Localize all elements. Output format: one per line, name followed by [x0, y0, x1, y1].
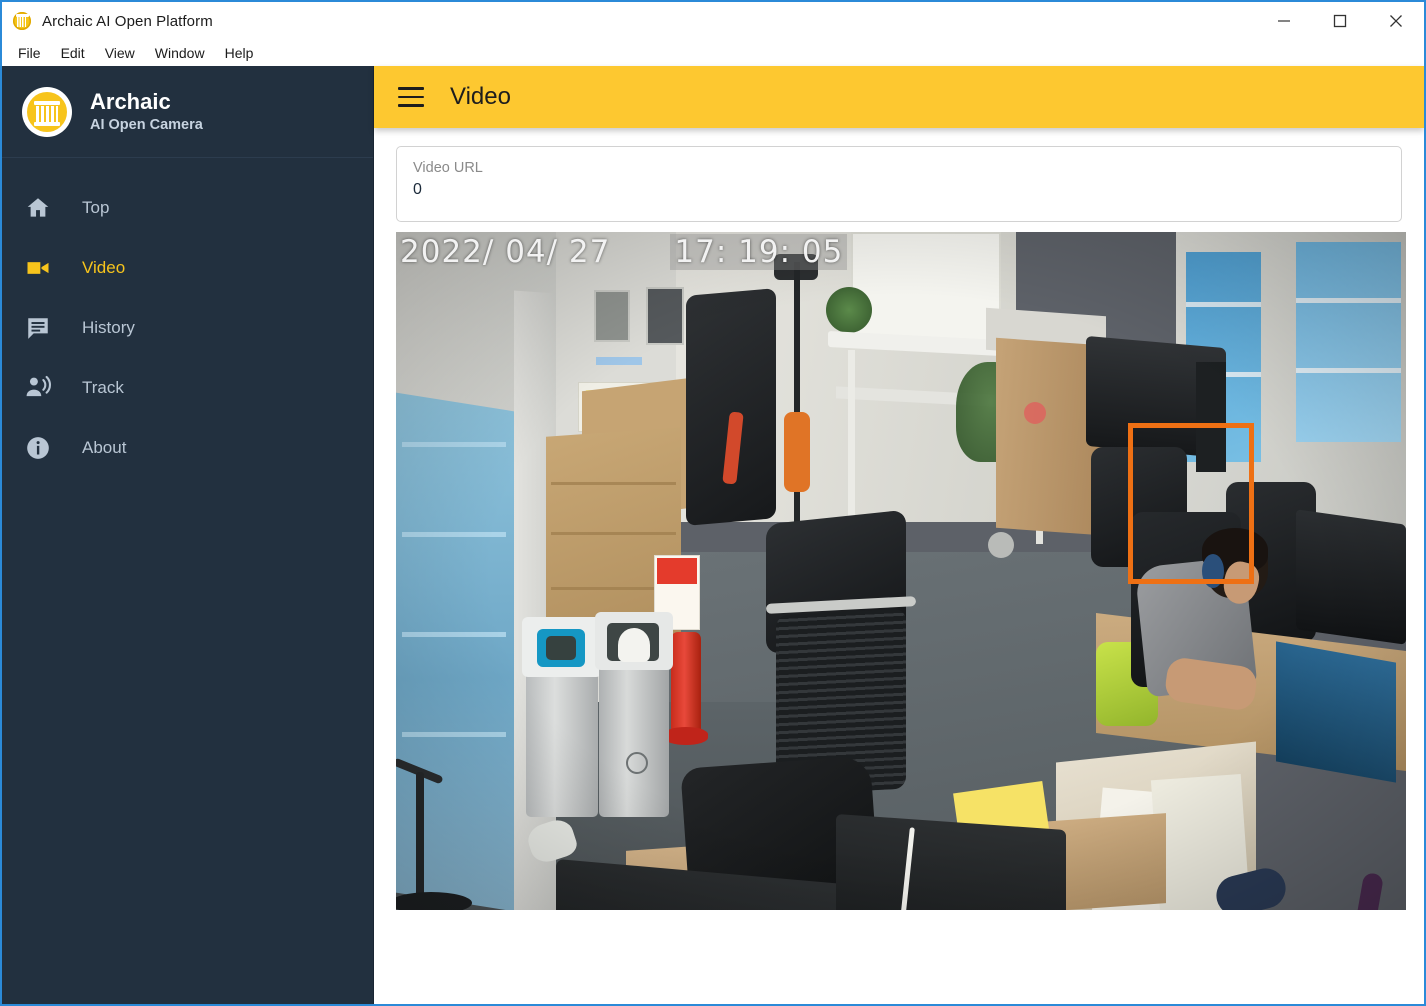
- brand-name: Archaic: [90, 89, 203, 114]
- sidebar: Archaic AI Open Camera Top: [2, 66, 374, 1004]
- sidebar-item-label: Track: [82, 378, 124, 398]
- sidebar-item-label: About: [82, 438, 126, 458]
- title-bar: Archaic AI Open Platform: [2, 2, 1424, 40]
- sidebar-item-history[interactable]: History: [2, 298, 373, 358]
- close-icon: [1389, 14, 1403, 28]
- video-url-field[interactable]: Video URL 0: [396, 146, 1402, 222]
- info-circle-icon: [24, 434, 52, 462]
- menu-item-help[interactable]: Help: [217, 41, 262, 65]
- minimize-icon: [1277, 14, 1291, 28]
- page-title: Video: [450, 83, 511, 111]
- sidebar-brand: Archaic AI Open Camera: [2, 66, 373, 158]
- sidebar-item-label: History: [82, 318, 135, 338]
- menu-item-view[interactable]: View: [97, 41, 143, 65]
- maximize-button[interactable]: [1312, 2, 1368, 40]
- window-title: Archaic AI Open Platform: [42, 13, 213, 30]
- close-button[interactable]: [1368, 2, 1424, 40]
- sidebar-item-video[interactable]: Video: [2, 238, 373, 298]
- greek-column-logo-icon: [22, 87, 72, 137]
- sidebar-nav: Top Video: [2, 158, 373, 478]
- menu-item-window[interactable]: Window: [147, 41, 213, 65]
- chat-message-icon: [24, 314, 52, 342]
- hamburger-menu-icon[interactable]: [398, 87, 424, 107]
- brand-subtitle: AI Open Camera: [90, 117, 203, 134]
- video-timestamp-overlay: 2022/ 04/ 27 17: 19: 05: [400, 234, 847, 270]
- menu-item-edit[interactable]: Edit: [53, 41, 93, 65]
- video-camera-icon: [24, 254, 52, 282]
- menu-item-file[interactable]: File: [10, 41, 49, 65]
- timestamp-date: 2022/ 04/ 27: [400, 234, 610, 270]
- timestamp-time: 17: 19: 05: [670, 234, 847, 270]
- person-voice-icon: [24, 374, 52, 402]
- video-player[interactable]: 2022/ 04/ 27 17: 19: 05: [396, 232, 1406, 910]
- sidebar-item-track[interactable]: Track: [2, 358, 373, 418]
- app-bar: Video: [374, 66, 1424, 128]
- window-controls: [1256, 2, 1424, 40]
- home-icon: [24, 194, 52, 222]
- video-url-label: Video URL: [413, 160, 1385, 176]
- person-detection-box: [1128, 423, 1254, 584]
- video-frame: [396, 232, 1406, 910]
- video-url-input[interactable]: 0: [413, 181, 1385, 199]
- sidebar-item-top[interactable]: Top: [2, 178, 373, 238]
- sidebar-item-label: Top: [82, 198, 109, 218]
- content-area: Video Video URL 0: [374, 66, 1424, 1004]
- maximize-icon: [1333, 14, 1347, 28]
- application-window: Archaic AI Open Platform File Ed: [0, 0, 1426, 1006]
- sidebar-item-about[interactable]: About: [2, 418, 373, 478]
- main-layout: Archaic AI Open Camera Top: [2, 66, 1424, 1004]
- sidebar-item-label: Video: [82, 258, 125, 278]
- menu-bar: File Edit View Window Help: [2, 40, 1424, 66]
- app-icon: [12, 11, 32, 31]
- minimize-button[interactable]: [1256, 2, 1312, 40]
- content-scroll: Video URL 0: [374, 128, 1424, 1004]
